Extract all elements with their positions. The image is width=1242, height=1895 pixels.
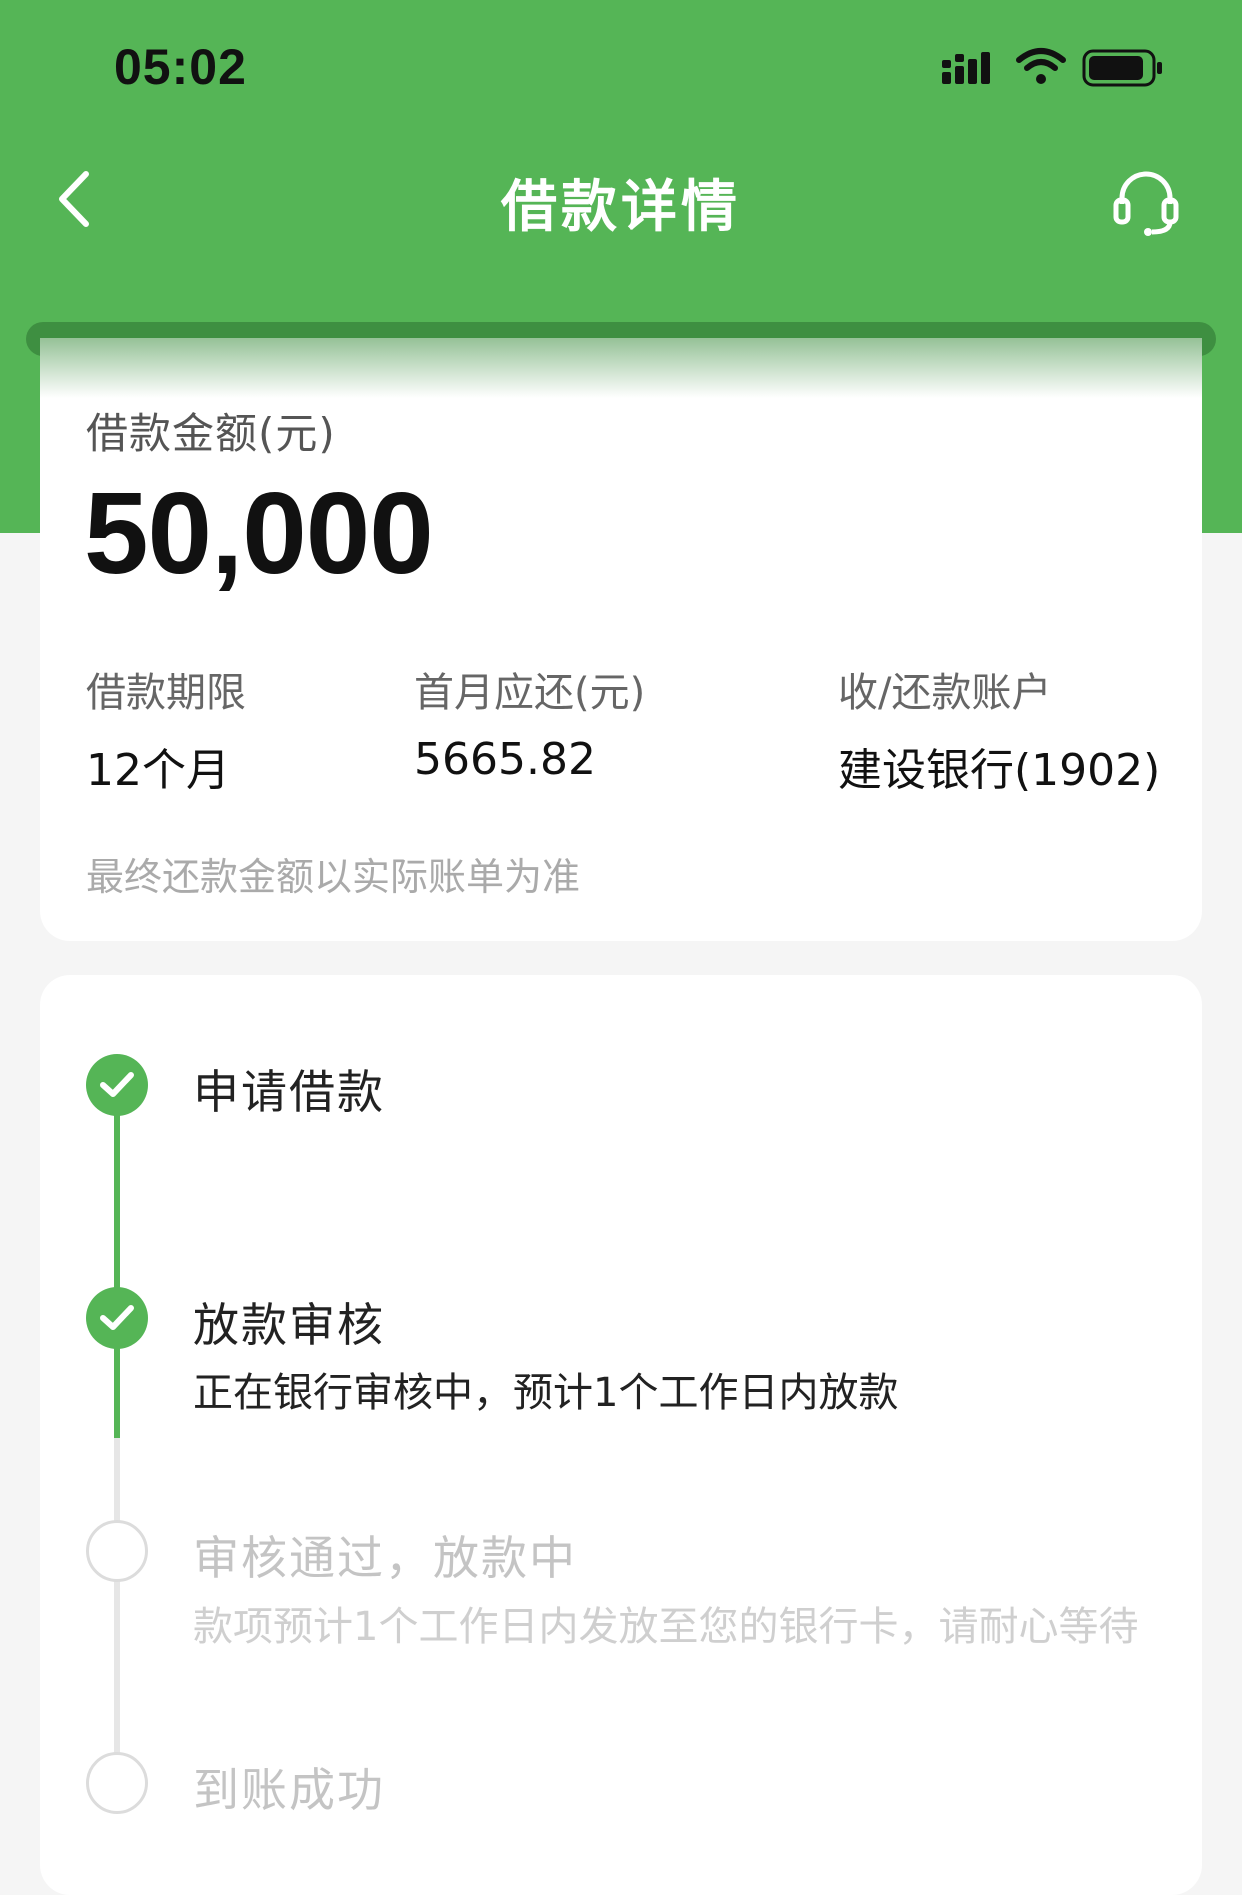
check-icon	[100, 1305, 134, 1330]
info-value: 建设银行(1902)	[838, 745, 1161, 796]
step-done-dot	[86, 1287, 148, 1349]
amount-value: 50,000	[84, 468, 434, 598]
battery-icon	[1082, 49, 1162, 87]
progress-line-pending	[114, 1438, 120, 1778]
nav-bar: 借款详情	[0, 150, 1242, 250]
step-title: 放款审核	[193, 1298, 385, 1352]
page-title: 借款详情	[501, 175, 741, 240]
headset-icon[interactable]	[1112, 166, 1180, 238]
info-value: 12个月	[86, 745, 230, 796]
step-title: 到账成功	[193, 1763, 385, 1817]
loan-summary-card: 借款金额(元) 50,000 借款期限 12个月 首月应还(元) 5665.82…	[40, 338, 1202, 941]
step-desc: 款项预计1个工作日内发放至您的银行卡，请耐心等待	[193, 1604, 1139, 1650]
info-first-payment: 首月应还(元) 5665.82	[414, 660, 645, 785]
step-title: 申请借款	[193, 1065, 385, 1119]
status-time: 05:02	[114, 39, 247, 95]
info-label: 收/还款账户	[838, 670, 1052, 716]
card-shade	[40, 338, 1202, 398]
info-label: 首月应还(元)	[414, 670, 646, 716]
progress-line-done	[114, 1110, 120, 1438]
info-value: 5665.82	[414, 734, 596, 785]
step-desc: 正在银行审核中，预计1个工作日内放款	[193, 1370, 899, 1416]
info-label: 借款期限	[86, 670, 246, 716]
step-pending-dot	[86, 1752, 148, 1814]
step-done-dot	[86, 1054, 148, 1116]
wifi-icon	[1016, 48, 1066, 84]
info-term: 借款期限 12个月	[86, 660, 246, 798]
signal-icon	[942, 52, 990, 84]
disclaimer: 最终还款金额以实际账单为准	[86, 855, 581, 899]
step-pending-dot	[86, 1520, 148, 1582]
status-bar: 05:02	[0, 0, 1242, 130]
check-icon	[100, 1072, 134, 1097]
amount-label: 借款金额(元)	[86, 409, 336, 458]
info-account: 收/还款账户 建设银行(1902)	[838, 660, 1160, 798]
step-title: 审核通过，放款中	[193, 1531, 577, 1585]
